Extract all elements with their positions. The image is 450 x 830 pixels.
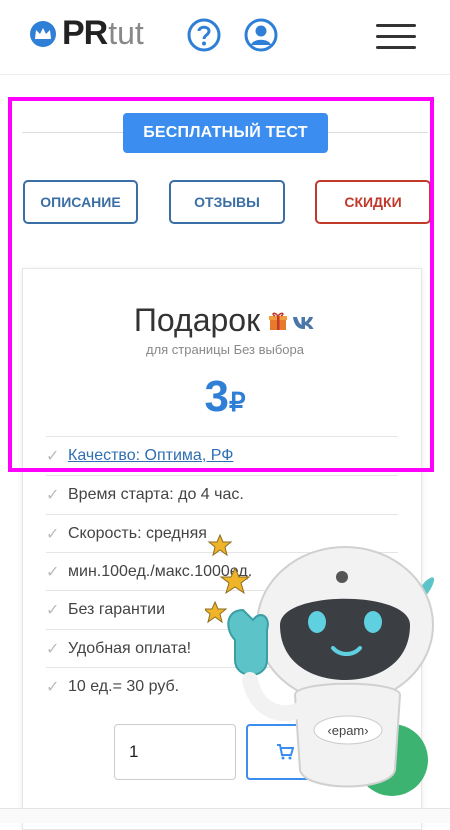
cart-icon [276, 744, 295, 765]
price: 3₽ [0, 372, 450, 422]
feature-text: Скорость: средняя [68, 524, 207, 542]
feature-item: ✓ мин.100ед./макс.1000ед. [46, 552, 398, 590]
feature-item: ✓ Время старта: до 4 час. [46, 475, 398, 513]
feature-text: мин.100ед./макс.1000ед. [68, 562, 253, 580]
feature-item: ✓ Без гарантии [46, 590, 398, 628]
tab-discounts[interactable]: СКИДКИ [315, 180, 431, 224]
feature-text: Без гарантии [68, 600, 166, 618]
check-icon: ✓ [46, 563, 60, 581]
tab-reviews[interactable]: ОТЗЫВЫ [169, 180, 285, 224]
vk-icon [292, 302, 316, 339]
product-subtitle: для страницы Без выбора [145, 342, 304, 357]
product-title-row: Подарок [0, 302, 450, 339]
feature-text: Время старта: до 4 час. [68, 485, 244, 503]
feature-item: ✓ 10 ед.= 30 руб. [46, 667, 398, 705]
add-to-cart-button[interactable] [246, 724, 366, 780]
feature-text: 10 ед.= 30 руб. [68, 677, 180, 695]
price-currency: ₽ [228, 387, 246, 417]
logo-tut-text: tut [108, 15, 144, 51]
user-icon[interactable] [244, 18, 278, 52]
logo-pr-text: PR [62, 14, 108, 52]
price-value: 3 [204, 372, 229, 421]
feature-item: ✓ Скорость: средняя [46, 514, 398, 552]
check-icon: ✓ [46, 486, 60, 504]
help-icon[interactable] [187, 18, 221, 52]
hamburger-menu-icon[interactable] [376, 24, 416, 50]
bottom-bar [0, 808, 450, 823]
feature-item: ✓ Качество: Оптима, РФ [46, 436, 398, 474]
logo[interactable]: PR tut [30, 14, 144, 53]
gift-icon [268, 302, 288, 339]
feature-quality-link[interactable]: Качество: Оптима, РФ [68, 447, 233, 465]
quantity-input[interactable] [114, 724, 236, 780]
tab-description[interactable]: ОПИСАНИЕ [23, 180, 138, 224]
check-icon: ✓ [46, 525, 60, 543]
check-icon: ✓ [46, 678, 60, 696]
chat-fab-button[interactable] [356, 724, 428, 796]
check-icon: ✓ [46, 447, 60, 465]
check-icon: ✓ [46, 640, 60, 658]
check-icon: ✓ [46, 601, 60, 619]
free-test-button[interactable]: БЕСПЛАТНЫЙ ТЕСТ [123, 113, 328, 153]
product-title: Подарок [133, 302, 261, 338]
feature-item: ✓ Удобная оплата! [46, 629, 398, 667]
crown-icon [30, 20, 56, 47]
header: PR tut [0, 0, 450, 75]
feature-text: Удобная оплата! [68, 639, 192, 657]
